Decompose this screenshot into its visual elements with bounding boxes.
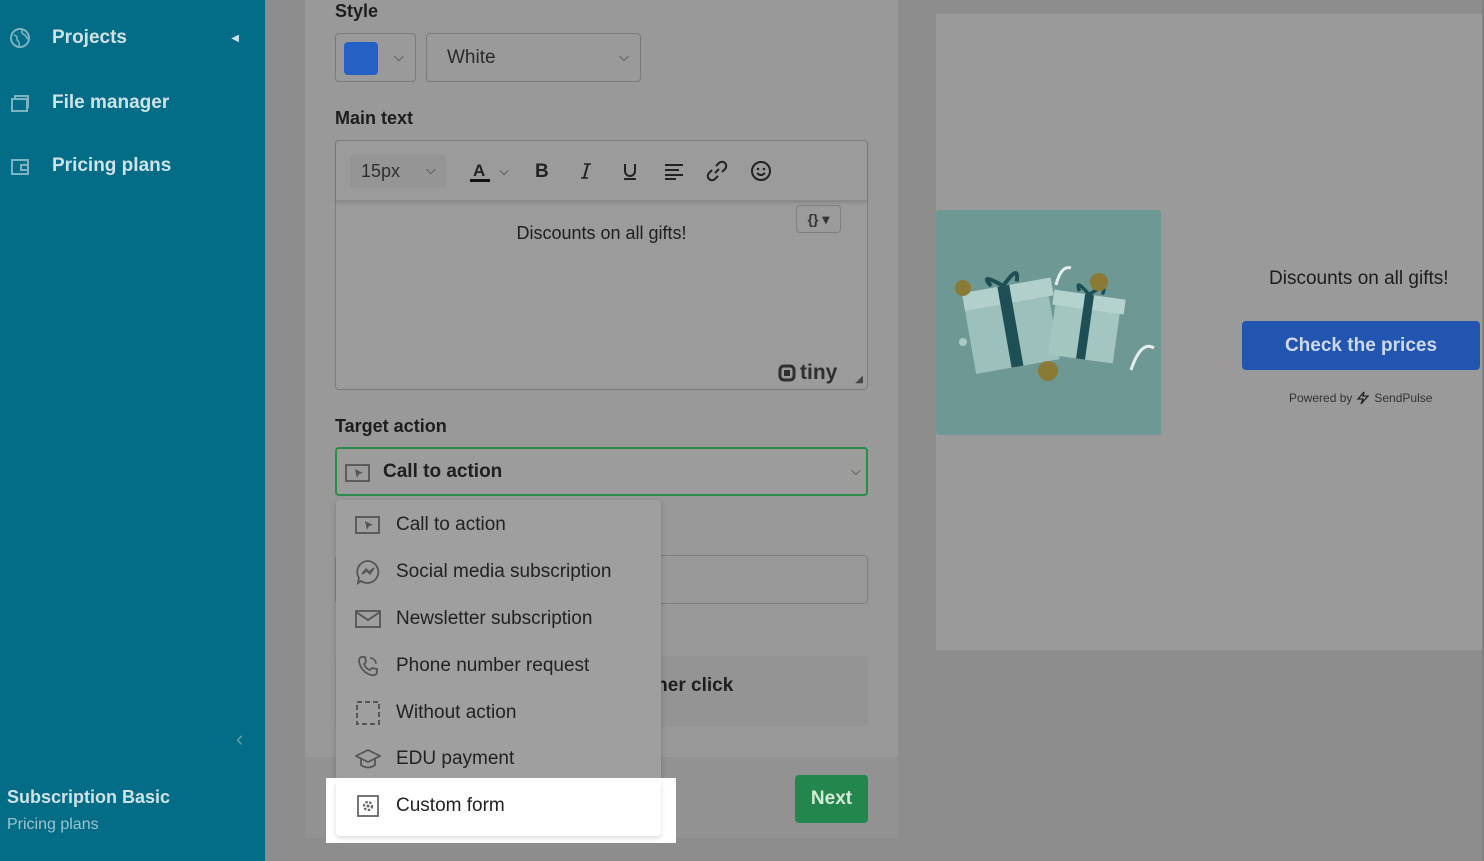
editor-toolbar: 15px ⌵ A ⌵ B: [336, 141, 867, 201]
dropdown-option-social-media[interactable]: Social media subscription: [336, 548, 661, 595]
editor-content[interactable]: Discounts on all gifts!: [336, 223, 867, 244]
dropdown-option-label: Without action: [396, 701, 517, 723]
dropdown-option-edu-payment[interactable]: EDU payment: [336, 735, 661, 782]
emoji-icon[interactable]: [745, 155, 777, 187]
cursor-icon: [345, 462, 371, 489]
subscription-subtitle[interactable]: Pricing plans: [7, 816, 99, 834]
text-color-icon[interactable]: A: [464, 155, 496, 187]
subscription-title: Subscription Basic: [7, 787, 171, 807]
resize-handle-icon[interactable]: ◢: [855, 374, 863, 385]
phone-icon: [354, 652, 382, 680]
sidebar-item-file-manager[interactable]: File manager: [0, 83, 265, 123]
caret-left-icon[interactable]: ◀: [231, 33, 239, 44]
dropdown-option-label: Phone number request: [396, 654, 590, 676]
dashed-square-icon: [354, 699, 382, 727]
main-text-label: Main text: [335, 108, 414, 128]
font-size-select[interactable]: 15px ⌵: [350, 154, 446, 188]
dropdown-option-label: EDU payment: [396, 747, 515, 769]
cursor-icon: [354, 511, 382, 539]
color-select[interactable]: ⌵: [335, 33, 416, 82]
underline-icon[interactable]: [614, 155, 646, 187]
dropdown-option-label: Social media subscription: [396, 560, 612, 582]
sidebar-item-pricing-plans[interactable]: Pricing plans: [0, 146, 265, 186]
dropdown-option-phone-request[interactable]: Phone number request: [336, 642, 661, 689]
preview-text: Discounts on all gifts!: [1269, 268, 1449, 289]
target-action-label: Target action: [335, 416, 447, 436]
tiny-logo: tiny: [778, 361, 837, 385]
powered-by[interactable]: Powered by SendPulse: [1289, 391, 1432, 405]
chevron-down-icon[interactable]: ⌵: [494, 155, 514, 187]
dropdown-option-call-to-action[interactable]: Call to action: [336, 501, 661, 548]
align-left-icon[interactable]: [658, 155, 690, 187]
rich-text-editor[interactable]: 15px ⌵ A ⌵ B {} ▾ Discounts on all gifts…: [335, 140, 868, 390]
dropdown-option-without-action[interactable]: Without action: [336, 689, 661, 736]
gear-form-icon: [354, 792, 382, 820]
next-button[interactable]: Next: [795, 775, 868, 823]
check-prices-button[interactable]: Check the prices: [1242, 321, 1480, 370]
theme-select[interactable]: White ⌵: [426, 33, 641, 82]
chevron-down-icon: ⌵: [394, 49, 404, 64]
graduation-cap-icon: [354, 745, 382, 773]
sidebar-item-label: Pricing plans: [52, 155, 172, 176]
gift-image: [936, 210, 1161, 435]
tiny-brand: tiny: [800, 361, 838, 384]
font-size-value: 15px: [361, 161, 401, 181]
powered-prefix: Powered by: [1289, 391, 1353, 405]
mail-icon: [354, 605, 382, 633]
link-icon[interactable]: [701, 155, 733, 187]
tiny-logo-icon: [778, 364, 796, 382]
dropdown-option-custom-form[interactable]: Custom form: [336, 782, 661, 836]
messenger-icon: [354, 558, 382, 586]
globe-icon: [8, 26, 32, 50]
sidebar: Projects ◀ File manager Pricing plans ‹ …: [0, 0, 265, 861]
bold-icon[interactable]: B: [526, 155, 558, 187]
svg-text:A: A: [473, 161, 485, 180]
collapse-sidebar-icon[interactable]: ‹: [236, 726, 243, 752]
color-swatch: [344, 42, 378, 75]
style-label: Style: [335, 1, 379, 21]
chevron-down-icon: ⌵: [619, 49, 629, 64]
svg-text:B: B: [535, 161, 549, 181]
dropdown-option-label: Newsletter subscription: [396, 607, 593, 629]
sidebar-item-projects[interactable]: Projects ◀: [0, 18, 265, 58]
wallet-icon: [8, 154, 32, 178]
custom-form-row[interactable]: Custom form: [336, 782, 661, 829]
dropdown-option-newsletter[interactable]: Newsletter subscription: [336, 595, 661, 642]
theme-value: White: [447, 47, 496, 68]
target-action-select[interactable]: Call to action ⌵: [335, 447, 868, 496]
chevron-down-icon: ⌵: [426, 162, 436, 177]
target-action-value: Call to action: [383, 461, 503, 482]
powered-brand: SendPulse: [1374, 391, 1433, 405]
gift-illustration: [936, 210, 1161, 435]
sidebar-item-label: File manager: [52, 92, 170, 113]
folders-icon: [8, 91, 32, 115]
dropdown-option-label: Call to action: [396, 513, 506, 535]
bolt-icon: [1356, 391, 1370, 405]
italic-icon[interactable]: [570, 155, 602, 187]
chevron-down-icon: ⌵: [851, 463, 861, 478]
dropdown-option-label: Custom form: [396, 794, 505, 816]
sidebar-item-label: Projects: [52, 27, 127, 48]
